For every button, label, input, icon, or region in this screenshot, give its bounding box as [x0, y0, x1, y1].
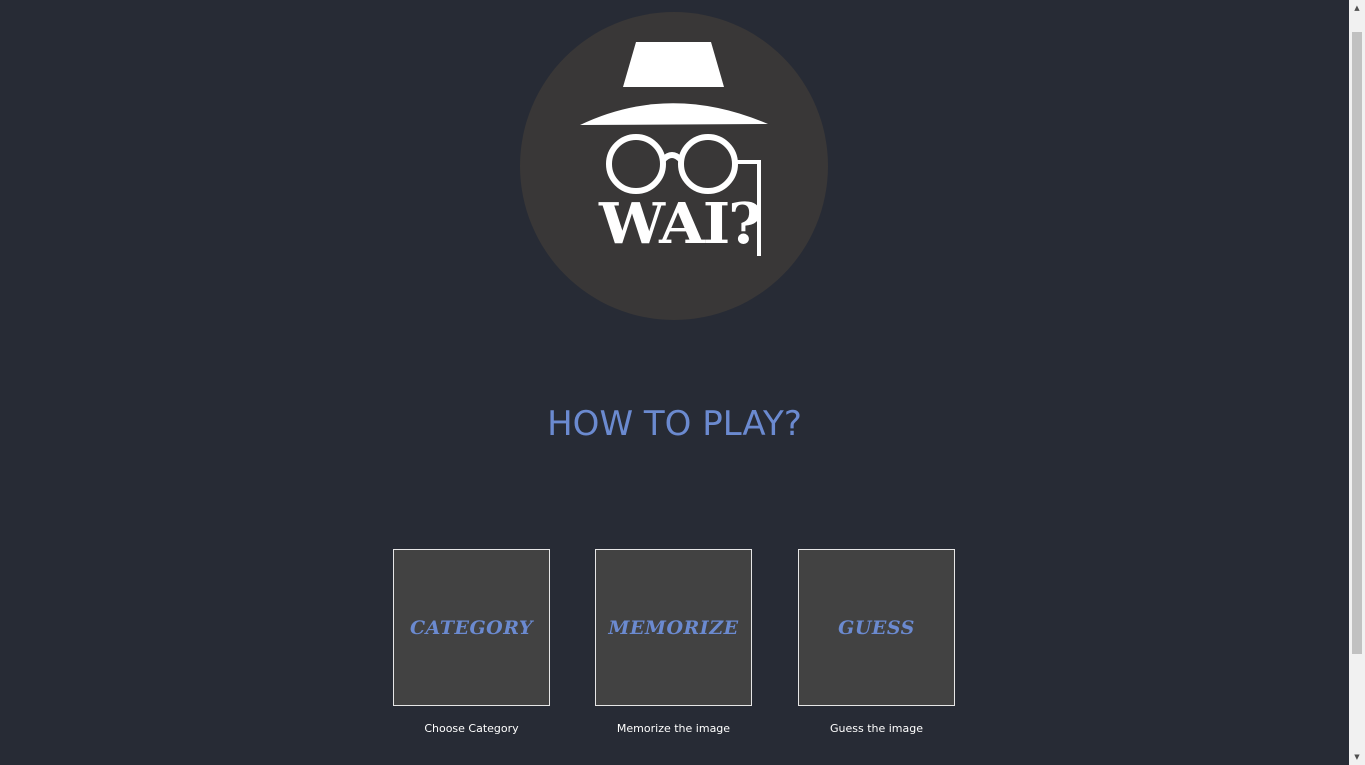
step-guess: GUESS Guess the image	[798, 549, 955, 735]
logo-text: WAI?	[599, 191, 763, 257]
category-caption: Choose Category	[424, 722, 519, 735]
scrollbar-thumb[interactable]	[1352, 32, 1362, 654]
step-memorize: MEMORIZE Memorize the image	[595, 549, 752, 735]
step-category: CATEGORY Choose Category	[393, 549, 550, 735]
memorize-card-label: MEMORIZE	[608, 616, 739, 639]
scroll-down-arrow-icon[interactable]: ▼	[1349, 749, 1365, 765]
guess-caption: Guess the image	[829, 722, 924, 735]
guess-card[interactable]: GUESS	[798, 549, 955, 706]
detective-icon	[580, 42, 768, 256]
page-title: HOW TO PLAY?	[547, 404, 802, 444]
scroll-up-arrow-icon[interactable]: ▲	[1349, 0, 1365, 16]
guess-card-label: GUESS	[838, 616, 915, 639]
category-card[interactable]: CATEGORY	[393, 549, 550, 706]
logo: WAI?	[520, 12, 828, 320]
category-card-label: CATEGORY	[410, 616, 533, 639]
page: WAI? HOW TO PLAY? CATEGORY Choose Catego…	[0, 0, 1365, 765]
vertical-scrollbar[interactable]: ▲ ▼	[1349, 0, 1365, 765]
memorize-caption: Memorize the image	[616, 722, 731, 735]
memorize-card[interactable]: MEMORIZE	[595, 549, 752, 706]
